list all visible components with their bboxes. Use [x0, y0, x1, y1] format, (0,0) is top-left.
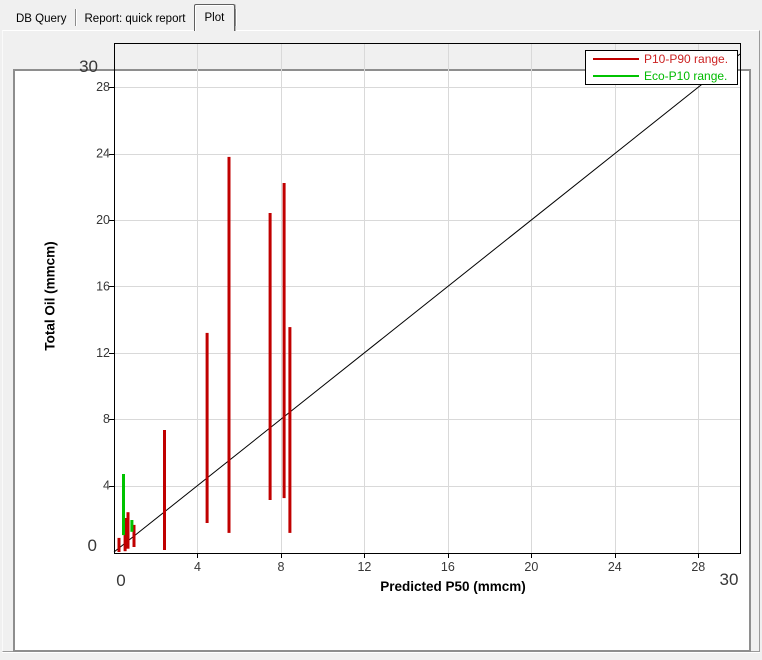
legend-label-eco-p10: Eco-P10 range.	[644, 69, 728, 83]
tab-page-panel	[2, 30, 760, 652]
legend-label-p10-p90: P10-P90 range.	[644, 52, 729, 66]
tab-bar: DB Query Report: quick report Plot	[8, 4, 238, 31]
plot-panel	[13, 69, 751, 652]
tab-db-query-label: DB Query	[16, 13, 67, 25]
x-axis-title: Predicted P50 (mmcm)	[380, 579, 526, 594]
legend-red-line-swatch	[593, 58, 639, 60]
chart-legend: P10-P90 range. Eco-P10 range.	[585, 50, 738, 85]
tab-separator	[235, 9, 238, 26]
tab-db-query[interactable]: DB Query	[8, 9, 75, 29]
legend-green-line-swatch	[593, 75, 639, 77]
legend-item-p10-p90: P10-P90 range.	[593, 52, 737, 66]
tab-report-label: Report: quick report	[84, 13, 186, 25]
tab-report-quick-report[interactable]: Report: quick report	[77, 9, 194, 29]
y-axis-title: Total Oil (mmcm)	[42, 241, 58, 351]
tab-plot-label: Plot	[204, 12, 225, 24]
legend-item-eco-p10: Eco-P10 range.	[593, 69, 737, 83]
tab-plot[interactable]: Plot	[193, 4, 236, 31]
